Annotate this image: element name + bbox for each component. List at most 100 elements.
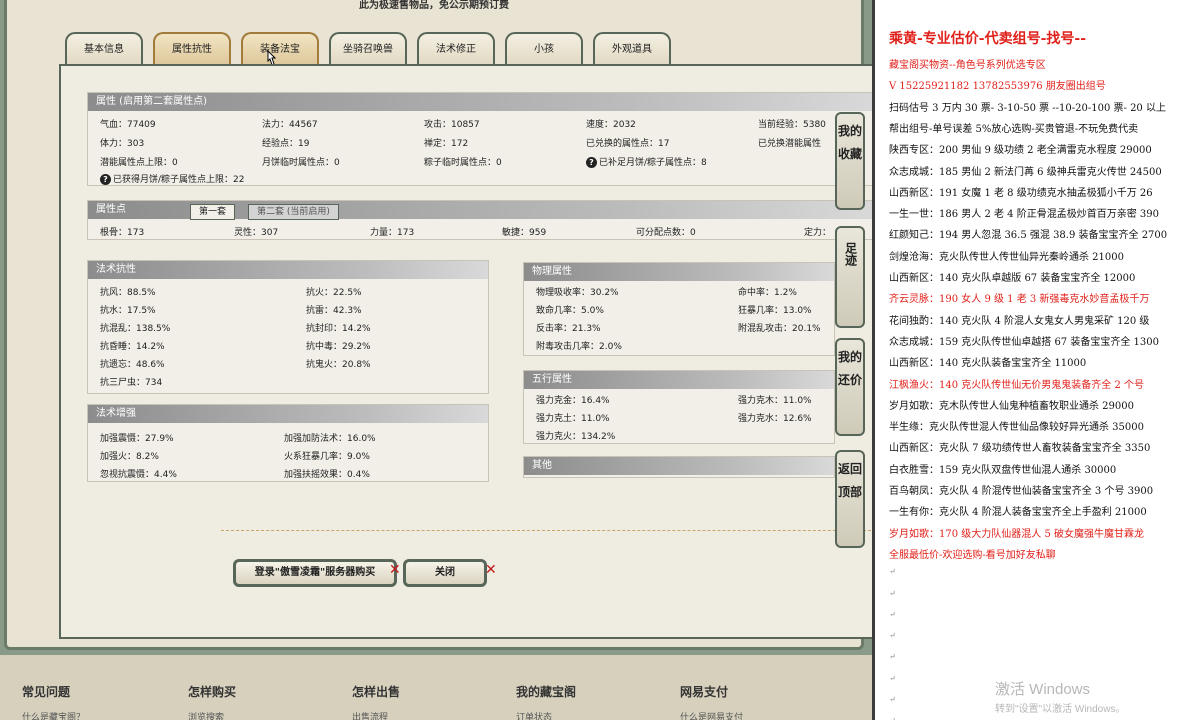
doc-line: 山西新区：191 女魔 1 老 8 级功绩克水抽孟极狐小千万 26 — [889, 187, 1153, 199]
attr-zongzi-temp: 粽子临时属性点：0 — [424, 158, 502, 168]
favorites-button[interactable]: 我的收藏 — [835, 112, 865, 210]
subtab-set-two[interactable]: 第二套 (当前启用) — [248, 204, 339, 220]
footer-title[interactable]: 怎样购买 — [188, 683, 236, 700]
wuxing-item: 强力克土：11.0% — [536, 414, 610, 424]
footer-col: 常见问题 什么是藏宝阁？ — [22, 683, 85, 720]
tab-child[interactable]: 小孩 — [505, 32, 583, 66]
wuxing-section: 五行属性 强力克金：16.4% 强力克土：11.0% 强力克火：134.2% 强… — [523, 370, 835, 444]
close-x-icon: ✕ — [485, 562, 497, 578]
tab-attr-resist[interactable]: 属性抗性 — [153, 32, 231, 66]
game-panel: 此为极速售物品，免公示期预订费 基本信息 属性抗性 装备法宝 坐骑召唤兽 法术修… — [0, 0, 879, 720]
resist-item: 抗混乱：138.5% — [100, 324, 171, 334]
point-strength: 力量：173 — [370, 228, 415, 238]
help-icon[interactable]: ? — [586, 157, 597, 168]
doc-line: 剑煌沧海：克火队传世人传世仙异光秦岭通杀 21000 — [889, 251, 1124, 263]
footprint-button[interactable]: 足迹 — [835, 226, 865, 328]
points-section: 属性点 第一套 第二套 (当前启用) 根骨：173 灵性：307 力量：173 … — [87, 200, 877, 240]
magic-resist-title: 法术抗性 — [88, 261, 488, 279]
resist-item: 抗鬼火：20.8% — [306, 360, 371, 370]
activation-watermark-sub: 转到"设置"以激活 Windows。 — [995, 704, 1126, 715]
footer-title[interactable]: 怎样出售 — [352, 683, 400, 700]
physical-item: 反击率：21.3% — [536, 324, 601, 334]
document-pane: 乘黄-专业估价-代卖组号-找号-- 藏宝阁买物资--角色号系列优选专区 V 152… — [872, 0, 1188, 720]
doc-line: 山西新区：克火队 7 级功绩传世人畜牧装备宝宝齐全 3350 — [889, 443, 1151, 455]
attr-cap-note: ? 已获得月饼/粽子属性点上限：22 — [100, 172, 245, 185]
attr-attack: 攻击：10857 — [424, 120, 480, 130]
wuxing-item: 强力克木：11.0% — [738, 396, 812, 406]
resist-item: 抗遗忘：48.6% — [100, 360, 165, 370]
doc-line: 众志成城：159 克火队传世仙卓越搭 67 装备宝宝齐全 1300 — [889, 336, 1159, 348]
tab-spell-mod[interactable]: 法术修正 — [417, 32, 495, 66]
item-detail-frame: 此为极速售物品，免公示期预订费 基本信息 属性抗性 装备法宝 坐骑召唤兽 法术修… — [4, 0, 879, 650]
boost-item: 火系狂暴几率：9.0% — [284, 452, 370, 462]
boost-item: 忽视抗震慑：4.4% — [100, 470, 177, 480]
physical-item: 命中率：1.2% — [738, 288, 797, 298]
point-spirit: 灵性：307 — [234, 228, 279, 238]
attr-stamina: 体力：303 — [100, 139, 145, 149]
doc-line: 岁月如歌：170 级大力队仙器混人 5 破女魔强牛魔甘霖龙 — [889, 528, 1144, 540]
attr-speed: 速度：2032 — [586, 120, 636, 130]
notice-text: 此为极速售物品，免公示期预订费 — [359, 0, 509, 11]
my-offers-button[interactable]: 我的还价 — [835, 338, 865, 436]
tab-content: 属性 (启用第二套属性点) 气血：77409 法力：44567 攻击：10857… — [59, 64, 879, 639]
resist-item: 抗雷：42.3% — [306, 306, 362, 316]
divider — [221, 530, 871, 531]
site-footer: 常见问题 什么是藏宝阁？ 怎样购买 浏览搜索 怎样出售 出售流程 我的藏宝阁 订… — [0, 655, 872, 720]
footer-title[interactable]: 我的藏宝阁 — [516, 683, 576, 700]
attr-exchanged: 已兑换的属性点：17 — [586, 139, 670, 149]
resist-item: 抗火：22.5% — [306, 288, 362, 298]
doc-line: 山西新区：140 克火队装备宝宝齐全 11000 — [889, 358, 1087, 370]
tab-mount-summon[interactable]: 坐骑召唤兽 — [329, 32, 407, 66]
doc-line: 一生一世：186 男人 2 老 4 阶正骨混孟极炒首百万亲密 390 — [889, 209, 1159, 221]
back-to-top-button[interactable]: 返回顶部 — [835, 450, 865, 548]
resist-item: 抗水：17.5% — [100, 306, 156, 316]
footer-link[interactable]: 出售流程 — [352, 710, 400, 720]
magic-resist-section: 法术抗性 抗风：88.5% 抗水：17.5% 抗混乱：138.5% 抗昏睡：14… — [87, 260, 489, 394]
doc-line: 白衣胜雪：159 克火队双盘传世仙混人通杀 30000 — [889, 464, 1117, 476]
resist-item: 抗风：88.5% — [100, 288, 156, 298]
close-button[interactable]: 关闭 — [403, 559, 487, 587]
boost-item: 加强火：8.2% — [100, 452, 159, 462]
footer-link[interactable]: 订单状态 — [516, 710, 576, 720]
footer-title[interactable]: 常见问题 — [22, 683, 85, 700]
help-icon[interactable]: ? — [100, 174, 111, 185]
doc-line: 帮出组号-单号误差 5%放心选购-买贵管退-不玩免费代卖 — [889, 123, 1139, 135]
tab-appearance[interactable]: 外观道具 — [593, 32, 671, 66]
buy-on-server-button[interactable]: 登录"傲雪凌霜"服务器购买 — [233, 559, 397, 587]
doc-line: 众志成城：185 男仙 2 新法门苒 6 级神兵雷克火传世 24500 — [889, 166, 1162, 178]
footer-col: 怎样出售 出售流程 — [352, 683, 400, 720]
paragraph-mark-icon: ↵ — [889, 567, 896, 577]
resist-item: 抗昏睡：14.2% — [100, 342, 165, 352]
footer-col: 网易支付 什么是网易支付 — [680, 683, 743, 720]
footer-link[interactable]: 什么是网易支付 — [680, 710, 743, 720]
other-title: 其他 — [524, 457, 834, 475]
point-constitution: 根骨：173 — [100, 228, 145, 238]
physical-section: 物理属性 物理吸收率：30.2% 致命几率：5.0% 反击率：21.3% 附毒攻… — [523, 262, 835, 356]
footer-title[interactable]: 网易支付 — [680, 683, 743, 700]
physical-item: 致命几率：5.0% — [536, 306, 604, 316]
tab-basic-info[interactable]: 基本信息 — [65, 32, 143, 66]
point-agility: 敏捷：959 — [502, 228, 547, 238]
doc-line: 扫码估号 3 万内 30 票- 3-10-50 票 --10-20-100 票-… — [889, 102, 1166, 114]
paragraph-mark-icon: ↵ — [889, 652, 896, 662]
wuxing-item: 强力克水：12.6% — [738, 414, 812, 424]
doc-line: 齐云灵脉：190 女人 9 级 1 老 3 新强毒克水妙音孟极千万 — [889, 294, 1150, 306]
doc-line: 半生缘：克火队传世混人传世仙品像较好异光通杀 35000 — [889, 422, 1144, 434]
resist-item: 抗中毒：29.2% — [306, 342, 371, 352]
paragraph-mark-icon: ↵ — [889, 588, 896, 598]
tab-equipment[interactable]: 装备法宝 — [241, 32, 319, 66]
footer-col: 怎样购买 浏览搜索 — [188, 683, 236, 720]
subtab-set-one[interactable]: 第一套 — [190, 204, 236, 220]
paragraph-mark-icon: ↵ — [889, 716, 896, 720]
footer-col: 我的藏宝阁 订单状态 — [516, 683, 576, 720]
attr-refilled: ? 已补足月饼/粽子属性点：8 — [586, 155, 707, 168]
doc-line: 一生有你：克火队 4 阶混人装备宝宝齐全上手盈利 21000 — [889, 507, 1147, 519]
footer-link[interactable]: 什么是藏宝阁？ — [22, 710, 85, 720]
attr-section-title: 属性 (启用第二套属性点) — [88, 93, 876, 111]
doc-line: 岁月如歌：克木队传世人仙鬼种植畜牧职业通杀 29000 — [889, 400, 1134, 412]
wuxing-item: 强力克火：134.2% — [536, 432, 616, 442]
other-section: 其他 — [523, 456, 835, 478]
magic-boost-section: 法术增强 加强震慑：27.9% 加强火：8.2% 忽视抗震慑：4.4% 加强加防… — [87, 404, 489, 482]
attr-exp: 当前经验：5380 — [758, 120, 826, 130]
footer-link[interactable]: 浏览搜索 — [188, 710, 236, 720]
